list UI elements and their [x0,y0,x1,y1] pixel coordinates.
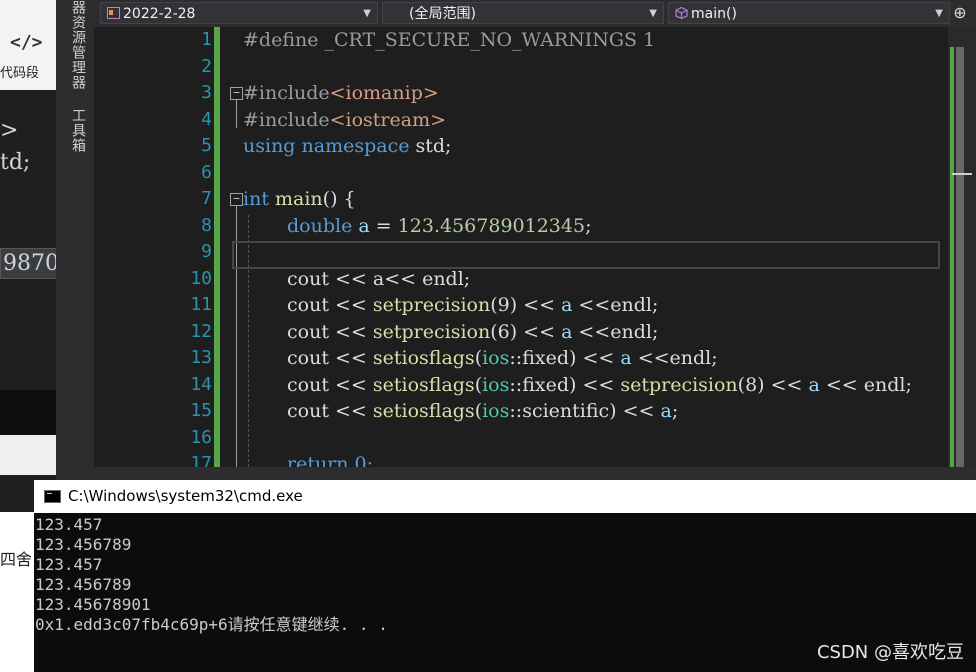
caret-position-marker [952,173,972,175]
line-number: 15 [190,400,212,421]
line-number: 2 [201,56,212,77]
vertical-scrollbar[interactable] [948,27,976,467]
code-line: cout << setiosflags(ios::fixed) << setpr… [287,374,912,396]
console-line: 0x1.edd3c07fb4c69p+6请按任意键继续. . . [35,615,388,634]
fold-line [236,100,237,128]
console-line: 123.457 [35,515,103,534]
console-line: 123.45678901 [35,595,151,614]
tool-window-strip: 器资源管理器 工具箱 [56,0,95,480]
tab-toolbox[interactable]: 工具箱 [62,108,88,153]
chevron-down-icon: ▼ [363,8,371,19]
cmd-icon [44,490,61,503]
navigation-bar: 2022-2-28 ▼ (全局范围) ▼ main() ▼ ⊕ [94,0,976,28]
line-number: 4 [201,109,212,130]
chevron-down-icon: ▼ [935,8,943,19]
code-line: #include<iomanip> [243,82,439,104]
project-dropdown[interactable]: 2022-2-28 ▼ [100,2,378,24]
watermark: CSDN @喜欢吃豆 [816,642,964,663]
code-line: cout << setprecision(6) << a <<endl; [287,321,659,343]
change-marker [950,47,954,467]
code-area[interactable]: − − #define _CRT_SECURE_NO_WARNINGS 1 #i… [224,27,944,467]
change-tracking-bar [214,27,220,467]
code-line: using namespace std; [243,135,452,157]
code-snippet-panel[interactable]: </> 代码段 [0,0,56,90]
scope-dropdown[interactable]: (全局范围) ▼ [382,2,664,24]
document-text-fragment: 四舍 [0,550,33,569]
dark-band [0,390,56,435]
code-fragment: > [0,118,19,143]
code-fragment: td; [0,150,31,175]
number-fragment: 9870 [0,248,56,279]
project-name: 2022-2-28 [123,6,196,22]
code-snippet-label: 代码段 [0,66,40,81]
console-title-bar[interactable]: C:\Windows\system32\cmd.exe [34,480,976,513]
collapse-icon[interactable]: − [230,87,243,100]
code-line: cout << setprecision(9) << a <<endl; [287,294,659,316]
cpp-project-icon [107,7,120,19]
code-line: cout << a<< endl; [287,268,471,290]
line-number: 12 [190,321,212,342]
console-line: 123.457 [35,555,103,574]
line-number: 6 [201,162,212,183]
line-number: 11 [190,294,212,315]
line-number: 17 [190,453,212,467]
line-number: 1 [201,29,212,50]
scope-name: (全局范围) [409,6,476,22]
current-line-highlight [232,241,940,269]
editor-bottom-bar [94,467,976,480]
line-number: 9 [201,241,212,262]
line-number-gutter: 1 2 3 4 5 6 7 8 9 10 11 12 13 14 15 16 1… [94,27,212,467]
code-line: #include<iostream> [243,109,447,131]
line-number: 10 [190,268,212,289]
code-line: #define _CRT_SECURE_NO_WARNINGS 1 [243,29,656,51]
chevron-down-icon: ▼ [649,8,657,19]
document-fragment [0,512,34,672]
line-number: 13 [190,347,212,368]
member-name: main() [691,6,737,22]
code-editor[interactable]: 1 2 3 4 5 6 7 8 9 10 11 12 13 14 15 16 1… [94,27,976,467]
code-line: cout << setiosflags(ios::scientific) << … [287,400,679,422]
line-number: 5 [201,135,212,156]
scrollbar-thumb[interactable] [956,47,964,467]
line-number: 16 [190,427,212,448]
line-number: 7 [201,188,212,209]
line-number: 3 [201,82,212,103]
console-title: C:\Windows\system32\cmd.exe [68,487,303,505]
console-line: 123.456789 [35,535,132,554]
line-number: 8 [201,215,212,236]
light-band [0,435,56,475]
member-dropdown[interactable]: main() ▼ [668,2,950,24]
code-line: double a = 123.456789012345; [287,215,592,237]
tab-solution-explorer[interactable]: 器资源管理器 [62,0,88,90]
code-line: return 0; [287,453,374,467]
split-window-icon[interactable]: ⊕ [950,3,970,23]
code-line: int main() { [243,188,356,210]
collapse-icon[interactable]: − [230,193,243,206]
line-number: 14 [190,374,212,395]
code-line: cout << setiosflags(ios::fixed) << a <<e… [287,347,718,369]
console-line: 123.456789 [35,575,132,594]
cube-method-icon [675,7,688,19]
code-snippet-icon: </> [10,32,43,53]
console-window[interactable]: C:\Windows\system32\cmd.exe 123.457 123.… [34,480,976,672]
